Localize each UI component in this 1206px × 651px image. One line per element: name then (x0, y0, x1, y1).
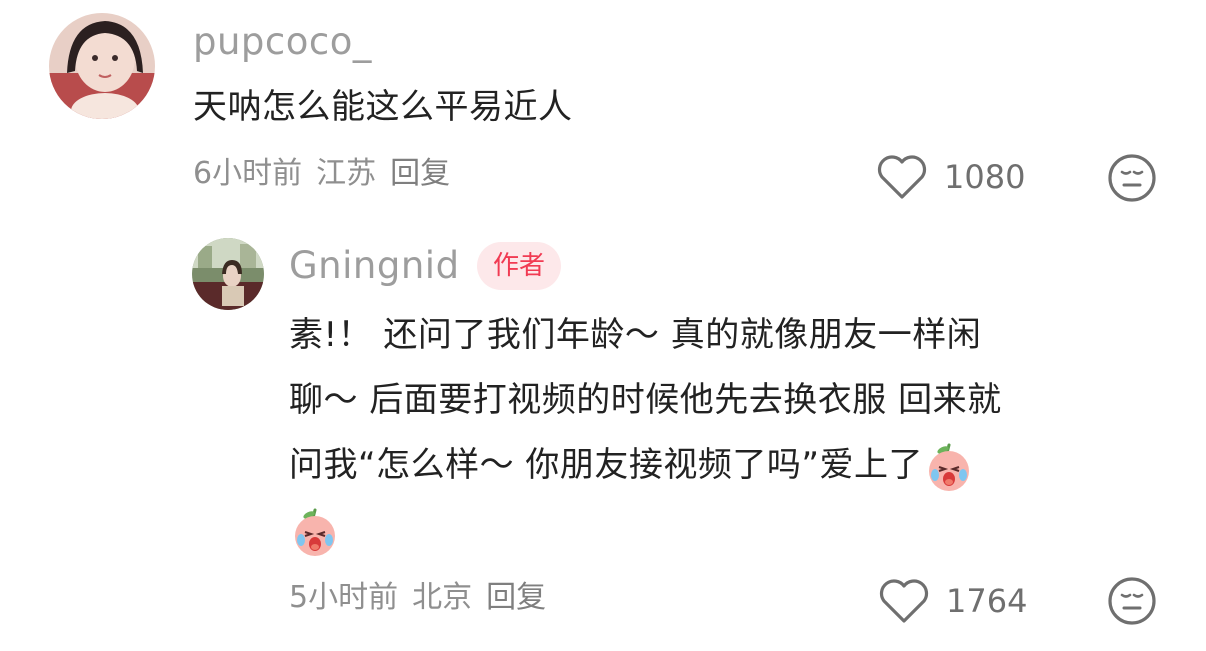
reply-text-line: 素!！ 还问了我们年龄～ 真的就像朋友一样闲 (289, 315, 982, 355)
crying-peach-sticker-icon (929, 443, 970, 491)
like-count: 1764 (946, 582, 1028, 620)
meh-face-icon (1108, 154, 1156, 202)
like-count: 1080 (944, 158, 1026, 196)
reply-button[interactable]: 回复 (390, 156, 450, 191)
comment-text: 天呐怎么能这么平易近人 (193, 87, 573, 127)
reply-text-line: 问我“怎么样～ 你朋友接视频了吗”爱上了 (289, 433, 1002, 498)
comment-username[interactable]: pupcoco_ (193, 20, 372, 64)
reply-username[interactable]: Gningnid (289, 244, 460, 288)
reply-text: 素!！ 还问了我们年龄～ 真的就像朋友一样闲 聊～ 后面要打视频的时候他先去换衣… (289, 303, 1002, 563)
reply-button[interactable]: 回复 (486, 580, 546, 615)
reply-meta: 5小时前 北京 回复 (289, 578, 560, 618)
reply-time: 5小时前 (289, 580, 399, 615)
reply-location: 北京 (412, 580, 473, 615)
reply-text-line: 聊～ 后面要打视频的时候他先去换衣服 回来就 (289, 380, 1002, 420)
comment-meta: 6小时前 江苏 回复 (193, 154, 464, 194)
comment-location: 江苏 (316, 156, 377, 191)
avatar[interactable] (49, 13, 155, 119)
dislike-button[interactable] (1106, 575, 1158, 631)
crying-peach-sticker-icon (295, 508, 335, 556)
author-badge: 作者 (477, 242, 562, 290)
like-button[interactable]: 1080 (876, 153, 1025, 201)
reply-avatar[interactable] (192, 238, 264, 310)
comment-time: 6小时前 (193, 156, 303, 191)
reply-text-line (289, 498, 1002, 563)
like-button[interactable]: 1764 (878, 577, 1027, 625)
meh-face-icon (1108, 577, 1156, 625)
dislike-button[interactable] (1106, 152, 1158, 208)
heart-icon (879, 579, 929, 623)
heart-icon (877, 155, 927, 199)
